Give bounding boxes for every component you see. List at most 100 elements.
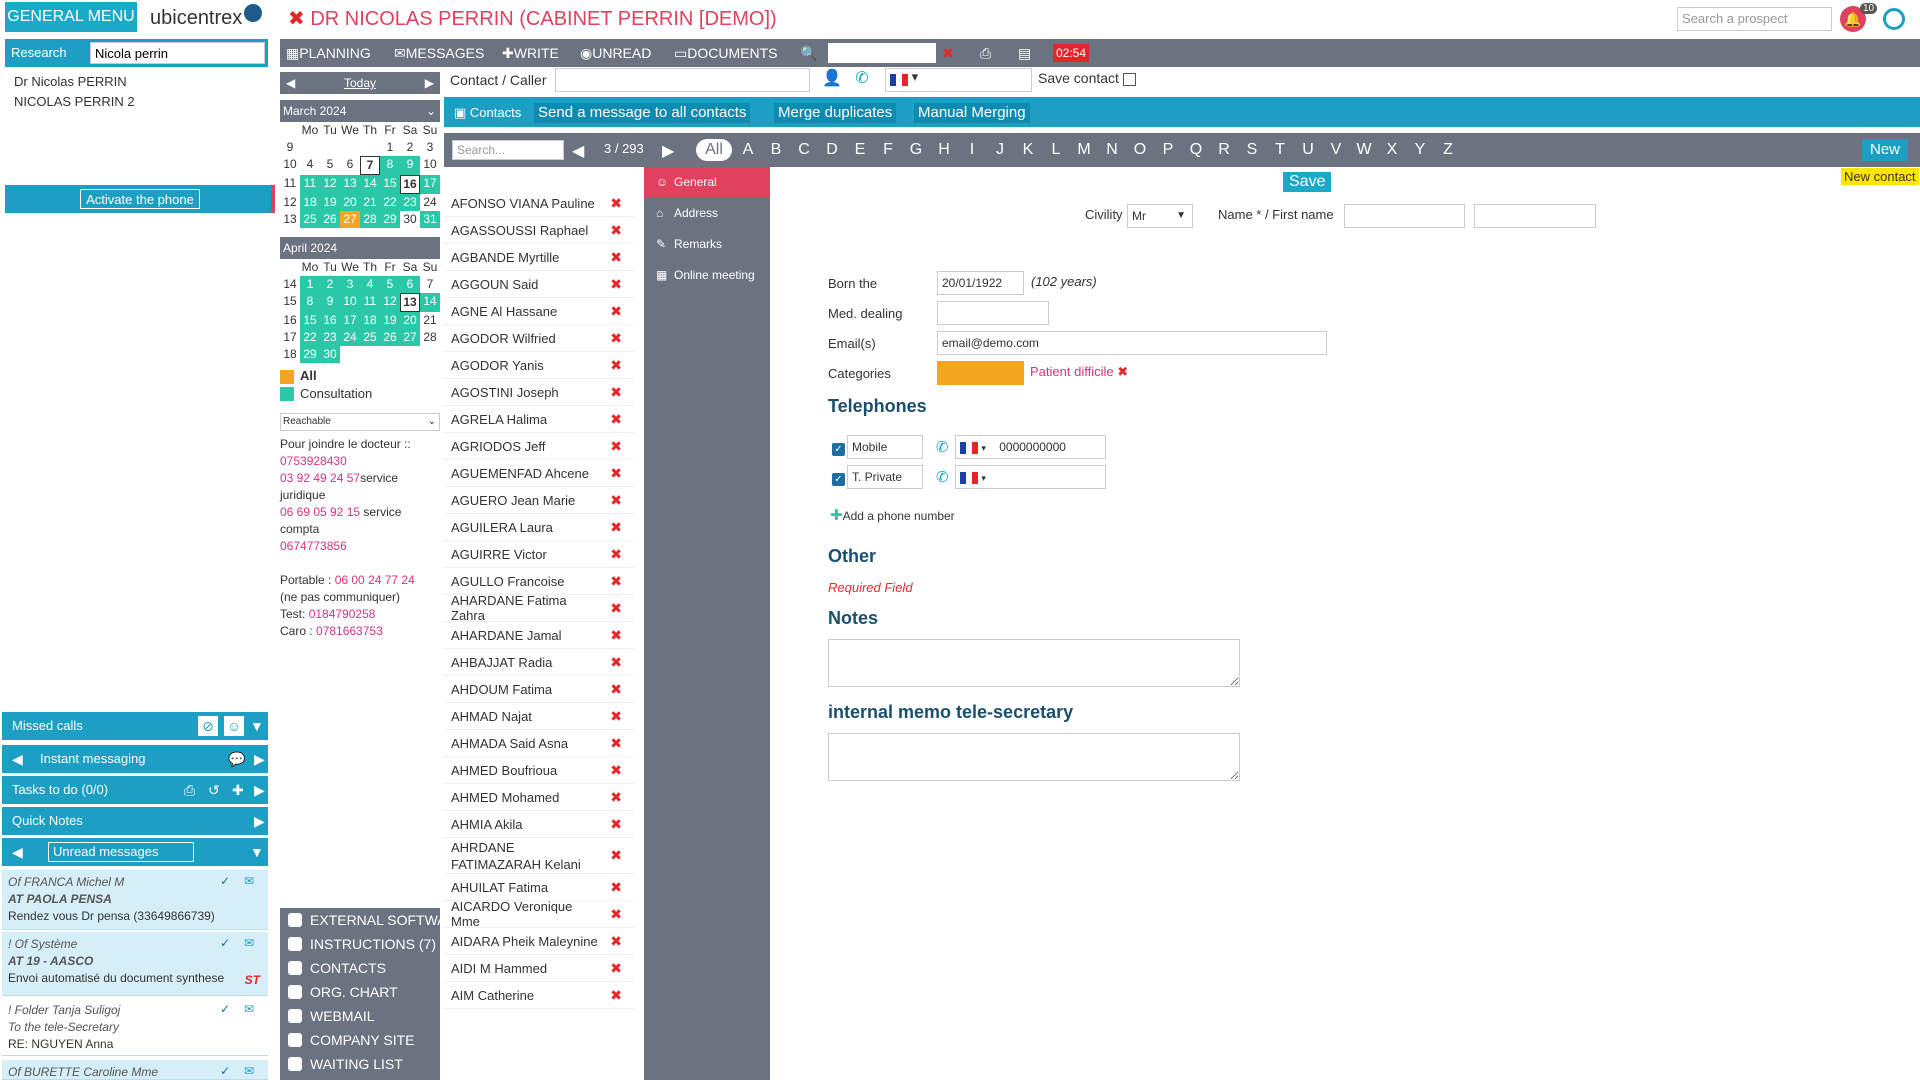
- user-icon[interactable]: 👤: [822, 70, 842, 87]
- letter-filter-x[interactable]: X: [1378, 139, 1406, 161]
- letter-filter-f[interactable]: F: [874, 139, 902, 161]
- phone-link[interactable]: 03 92 49 24 57: [280, 471, 360, 485]
- calendar-day[interactable]: 16: [400, 175, 420, 194]
- calendar-day[interactable]: 24: [420, 194, 440, 211]
- calendar-day[interactable]: 31: [420, 211, 440, 228]
- tab-general[interactable]: ☺ General: [644, 167, 770, 198]
- menu-contacts[interactable]: CONTACTS: [280, 956, 440, 980]
- calendar-day[interactable]: 26: [320, 211, 340, 228]
- calendar-day[interactable]: 13: [400, 293, 420, 312]
- unread-messages-select[interactable]: Unread messages: [48, 842, 194, 862]
- delete-icon[interactable]: ✖: [610, 735, 622, 752]
- delete-icon[interactable]: ✖: [610, 681, 622, 698]
- calendar-day[interactable]: 12: [380, 293, 400, 312]
- planning-button[interactable]: ▦ PLANNING: [286, 39, 371, 67]
- phone-checkbox[interactable]: ✓: [832, 473, 845, 487]
- letter-filter-r[interactable]: R: [1210, 139, 1238, 161]
- close-icon[interactable]: ✖: [288, 8, 305, 30]
- contact-row[interactable]: AFONSO VIANA Pauline ✖: [444, 190, 634, 217]
- contact-row[interactable]: AHARDANE Fatima Zahra ✖: [444, 593, 634, 623]
- contact-row[interactable]: AHRDANE FATIMAZARAH Kelani ✖: [444, 838, 634, 874]
- today-link[interactable]: Today: [344, 76, 376, 90]
- calendar-day[interactable]: 29: [300, 346, 320, 363]
- contact-caller-input[interactable]: [555, 68, 810, 92]
- activate-phone-button[interactable]: Activate the phone: [80, 189, 200, 209]
- plus-icon[interactable]: ✚: [232, 776, 244, 804]
- contact-row[interactable]: AGUERO Jean Marie ✖: [444, 487, 634, 514]
- calendar-day[interactable]: 27: [340, 211, 360, 228]
- contact-row[interactable]: AGOSTINI Joseph ✖: [444, 379, 634, 406]
- delete-icon[interactable]: ✖: [610, 384, 622, 401]
- chevron-right-icon[interactable]: ▶: [254, 776, 265, 804]
- check-icon[interactable]: ✓: [220, 935, 230, 952]
- calendar-day[interactable]: 16: [320, 312, 340, 329]
- calendar-day[interactable]: 23: [320, 329, 340, 346]
- name-input[interactable]: [1344, 204, 1465, 228]
- letter-filter-u[interactable]: U: [1294, 139, 1322, 161]
- letter-filter-w[interactable]: W: [1350, 139, 1378, 161]
- delete-icon[interactable]: ✖: [610, 546, 622, 563]
- calendar-day[interactable]: 25: [300, 211, 320, 228]
- calendar-day[interactable]: 18: [360, 312, 380, 329]
- first-name-input[interactable]: [1474, 204, 1596, 228]
- letter-filter-c[interactable]: C: [790, 139, 818, 161]
- category-link[interactable]: Patient difficile: [1030, 364, 1114, 379]
- history-icon[interactable]: ↺: [208, 776, 220, 804]
- phone-link[interactable]: 06 00 24 77 24: [335, 573, 415, 587]
- tab-contacts[interactable]: ▣ Contacts: [450, 103, 525, 123]
- book-icon[interactable]: ▤: [1018, 39, 1031, 67]
- research-result[interactable]: Dr Nicolas PERRIN: [14, 72, 135, 92]
- letter-filter-l[interactable]: L: [1042, 139, 1070, 161]
- calendar-day[interactable]: 9: [400, 156, 420, 175]
- delete-icon[interactable]: ✖: [610, 789, 622, 806]
- manual-merging-button[interactable]: Manual Merging: [914, 103, 1030, 123]
- documents-button[interactable]: ▭ DOCUMENTS: [674, 39, 777, 67]
- delete-icon[interactable]: ✖: [610, 519, 622, 536]
- menu-webmail[interactable]: WEBMAIL: [280, 1004, 440, 1028]
- calendar-month-title[interactable]: March 2024 ⌄: [280, 100, 440, 122]
- delete-icon[interactable]: ✖: [610, 222, 622, 239]
- calendar-day[interactable]: 9: [320, 293, 340, 312]
- letter-filter-o[interactable]: O: [1126, 139, 1154, 161]
- calendar-day[interactable]: 2: [320, 276, 340, 293]
- tab-address[interactable]: ⌂ Address: [644, 198, 770, 229]
- delete-icon[interactable]: ✖: [610, 600, 622, 617]
- letter-filter-v[interactable]: V: [1322, 139, 1350, 161]
- contact-row[interactable]: AIDI M Hammed ✖: [444, 955, 634, 982]
- letter-filter-q[interactable]: Q: [1182, 139, 1210, 161]
- delete-icon[interactable]: ✖: [610, 627, 622, 644]
- block-icon[interactable]: ⊘: [198, 716, 218, 736]
- contact-row[interactable]: AGUIRRE Victor ✖: [444, 541, 634, 568]
- calendar-day[interactable]: 23: [400, 194, 420, 211]
- research-input[interactable]: [90, 42, 265, 64]
- contact-row[interactable]: AHMAD Najat ✖: [444, 703, 634, 730]
- med-dealing-input[interactable]: [937, 301, 1049, 325]
- arrow-left-icon[interactable]: ◀: [286, 72, 295, 94]
- calendar-day[interactable]: 11: [360, 293, 380, 312]
- calendar-day[interactable]: 20: [340, 194, 360, 211]
- phone-link[interactable]: 0781663753: [316, 624, 383, 638]
- calendar-month-title[interactable]: April 2024: [280, 237, 440, 259]
- calendar-day[interactable]: 3: [340, 276, 360, 293]
- calendar-day[interactable]: 11: [300, 175, 320, 194]
- contact-row[interactable]: AGGOUN Said ✖: [444, 271, 634, 298]
- calendar-day[interactable]: 25: [360, 329, 380, 346]
- calendar-day[interactable]: 8: [380, 156, 400, 175]
- legend-consultation[interactable]: Consultation: [280, 386, 440, 402]
- calendar-day[interactable]: 5: [380, 276, 400, 293]
- contact-row[interactable]: AGODOR Wilfried ✖: [444, 325, 634, 352]
- phone-checkbox[interactable]: ✓: [832, 443, 845, 457]
- remove-icon[interactable]: ✖: [1117, 364, 1128, 379]
- calendar-day[interactable]: 10: [340, 293, 360, 312]
- calendar-day[interactable]: 2: [400, 139, 420, 156]
- calendar-day[interactable]: 4: [360, 276, 380, 293]
- calendar-day[interactable]: 17: [420, 175, 440, 194]
- contact-row[interactable]: AGRELA Halima ✖: [444, 406, 634, 433]
- calendar-day[interactable]: 19: [320, 194, 340, 211]
- delete-icon[interactable]: ✖: [610, 303, 622, 320]
- calendar-day[interactable]: 7: [420, 276, 440, 293]
- letter-filter-j[interactable]: J: [986, 139, 1014, 161]
- delete-icon[interactable]: ✖: [610, 195, 622, 212]
- contact-row[interactable]: AGNE Al Hassane ✖: [444, 298, 634, 325]
- calendar-day[interactable]: 29: [380, 211, 400, 228]
